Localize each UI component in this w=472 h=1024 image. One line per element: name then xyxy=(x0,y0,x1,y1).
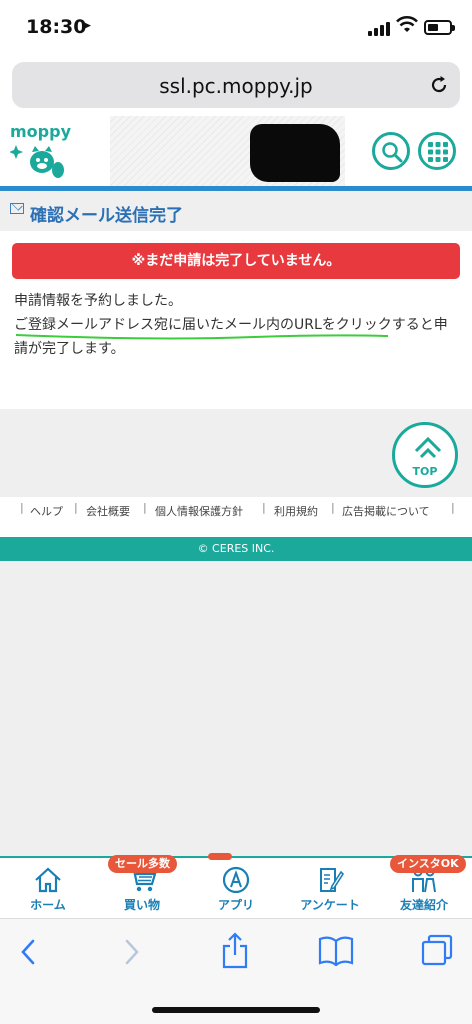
insta-badge: インスタOK xyxy=(390,855,466,873)
home-indicator xyxy=(152,1007,320,1013)
mascot-icon xyxy=(10,145,64,178)
menu-button[interactable] xyxy=(418,132,456,170)
copyright-bar: © CERES INC. xyxy=(0,537,472,561)
location-arrow-icon: ➤ xyxy=(80,18,92,34)
nav-item-survey[interactable]: アンケート xyxy=(290,866,370,913)
nav-label-home: ホーム xyxy=(30,898,66,912)
grid-menu-icon xyxy=(428,142,448,162)
site-header: moppy xyxy=(0,116,472,186)
bookmarks-icon[interactable] xyxy=(318,933,354,967)
back-icon[interactable] xyxy=(18,935,38,969)
forward-icon[interactable] xyxy=(122,935,142,969)
tabs-icon[interactable] xyxy=(420,933,454,967)
wifi-icon xyxy=(396,16,418,32)
share-icon[interactable] xyxy=(220,931,250,969)
message-text: 申請情報を予約しました。 ご登録メールアドレス宛に届いたメール内のURLをクリッ… xyxy=(14,289,454,361)
survey-icon xyxy=(320,868,345,892)
mail-icon xyxy=(10,203,24,214)
chevron-up-icon xyxy=(414,436,442,459)
search-icon xyxy=(382,142,403,163)
search-button[interactable] xyxy=(372,132,410,170)
top-button-label: TOP xyxy=(412,465,438,478)
url-text: ssl.pc.moppy.jp xyxy=(159,74,313,98)
footer-link-company[interactable]: 会社概要 xyxy=(86,503,130,519)
incomplete-alert: ※まだ申請は完了していません。 xyxy=(12,243,460,279)
address-bar[interactable]: ssl.pc.moppy.jp xyxy=(12,62,460,108)
moppy-logo[interactable]: moppy xyxy=(10,122,80,182)
page-title: 確認メール送信完了 xyxy=(30,206,183,226)
footer-link-terms[interactable]: 利用規約 xyxy=(274,503,318,519)
logo-wordmark: moppy xyxy=(10,122,71,141)
nav-item-invite[interactable]: インスタOK 友達紹介 xyxy=(384,855,466,913)
cellular-signal-icon xyxy=(368,22,392,36)
nav-label-invite: 友達紹介 xyxy=(399,898,448,912)
nav-label-app: アプリ xyxy=(217,898,254,912)
nav-handle xyxy=(208,853,232,860)
reload-icon[interactable] xyxy=(428,74,450,96)
nav-item-shopping[interactable]: セール多数 買い物 xyxy=(102,855,182,913)
page-title-row: 確認メール送信完了 xyxy=(0,191,472,231)
footer-links: | ヘルプ | 会社概要 | 個人情報保護方針 | 利用規約 | 広告掲載につい… xyxy=(0,497,472,537)
battery-icon xyxy=(424,20,455,35)
browser-toolbar xyxy=(0,918,472,1024)
status-bar: 18:30 ➤ xyxy=(0,0,472,56)
footer-link-advertising[interactable]: 広告掲載について xyxy=(342,503,430,519)
green-underline-annotation xyxy=(15,334,389,340)
main-content: ※まだ申請は完了していません。 申請情報を予約しました。 ご登録メールアドレス宛… xyxy=(0,231,472,409)
browser-address-area: ssl.pc.moppy.jp xyxy=(0,56,472,116)
clock: 18:30 xyxy=(26,16,87,38)
nav-item-app[interactable]: アプリ xyxy=(196,866,276,913)
footer-link-help[interactable]: ヘルプ xyxy=(30,503,63,519)
nav-item-home[interactable]: ホーム xyxy=(8,866,88,913)
message-line-1: 申請情報を予約しました。 xyxy=(14,293,182,309)
home-icon xyxy=(35,867,61,893)
app-bottom-nav: ホーム セール多数 買い物 アプリ アンケート インスタOK 友達紹介 xyxy=(0,853,472,918)
nav-label-shopping: 買い物 xyxy=(123,898,160,912)
footer-link-privacy[interactable]: 個人情報保護方針 xyxy=(155,503,243,519)
app-a-icon xyxy=(222,866,250,894)
sale-badge: セール多数 xyxy=(108,855,177,873)
scroll-top-button[interactable]: TOP xyxy=(392,422,458,488)
nav-label-survey: アンケート xyxy=(300,898,360,912)
redaction-mark xyxy=(250,124,340,182)
